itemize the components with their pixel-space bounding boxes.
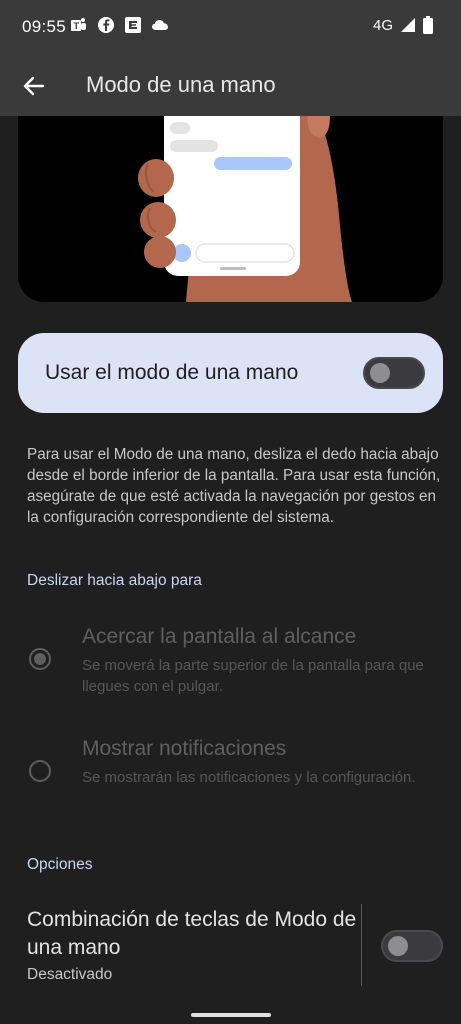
switch-knob	[370, 363, 390, 383]
hand-holding-phone-image	[138, 116, 352, 302]
option-subtitle: Se moverá la parte superior de la pantal…	[82, 657, 424, 695]
one-hand-mode-switch[interactable]	[363, 357, 425, 389]
description-text: Para usar el Modo de una mano, desliza e…	[27, 446, 441, 526]
option-title: Mostrar notificaciones	[82, 737, 287, 760]
back-button[interactable]	[14, 66, 54, 106]
app-bar: Modo de una mano	[0, 56, 461, 116]
option-subtitle: Se mostrarán las notificaciones y la con…	[82, 769, 416, 786]
app-icon	[125, 17, 141, 33]
page-title: Modo de una mano	[86, 72, 276, 97]
shortcut-status: Desactivado	[27, 966, 113, 983]
swipe-section-header: Deslizar hacia abajo para	[27, 572, 202, 589]
radio-option-reach[interactable]: Acercar la pantalla al alcance Se moverá…	[0, 620, 461, 710]
divider	[361, 904, 362, 986]
switch-knob	[388, 936, 408, 956]
network-type: 4G	[372, 16, 393, 34]
one-hand-shortcut-setting[interactable]: Combinación de teclas de Modo de una man…	[0, 896, 461, 996]
signal-icon	[401, 18, 415, 32]
screen: 09:55 T 4G Modo de una mano Usar el modo…	[0, 0, 461, 1024]
teams-icon: T	[71, 18, 86, 31]
options-section-header: Opciones	[27, 856, 93, 873]
option-title: Acercar la pantalla al alcance	[82, 625, 357, 648]
system-status: 4G	[373, 16, 433, 34]
shortcut-switch[interactable]	[381, 930, 443, 962]
one-hand-illustration	[18, 116, 443, 302]
status-bar: 09:55 T 4G	[0, 0, 461, 56]
notification-icons: T	[70, 16, 169, 34]
svg-text:T: T	[74, 21, 80, 31]
status-time: 09:55	[22, 17, 67, 36]
shortcut-title: Combinación de teclas de Modo de una man…	[27, 908, 357, 959]
radio-option-notifications[interactable]: Mostrar notificaciones Se mostrarán las …	[0, 732, 461, 822]
use-one-hand-mode-toggle[interactable]: Usar el modo de una mano	[18, 333, 443, 413]
home-gesture-bar[interactable]	[191, 1013, 271, 1017]
radio-button-selected[interactable]	[29, 648, 51, 670]
battery-icon	[423, 16, 433, 34]
radio-button-unselected[interactable]	[29, 760, 51, 782]
back-arrow-icon	[23, 76, 45, 96]
cloud-icon	[152, 20, 168, 30]
toggle-label: Usar el modo de una mano	[45, 361, 299, 384]
facebook-icon	[98, 17, 114, 33]
